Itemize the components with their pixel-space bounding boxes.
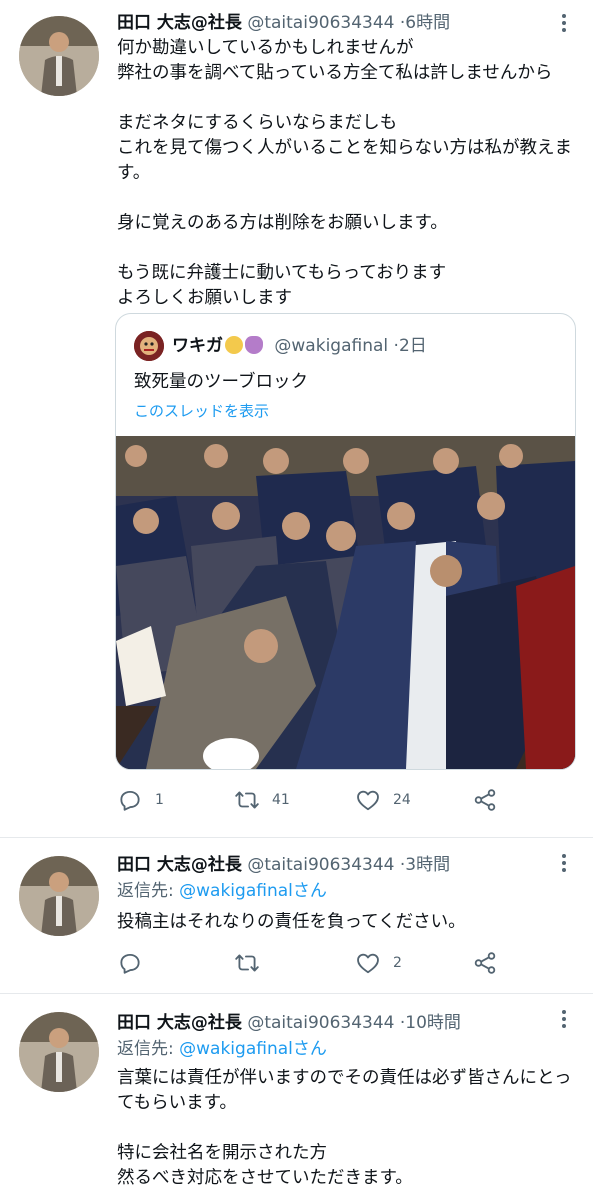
tweet-1[interactable]: 田口 大志@社長 @taitai90634344 ·6時間 何か勘違いしているか…	[0, 0, 593, 838]
avatar[interactable]	[19, 856, 99, 936]
timestamp[interactable]: 10時間	[405, 1013, 461, 1033]
user-handle[interactable]: @taitai90634344	[247, 1013, 394, 1033]
avatar[interactable]	[19, 1012, 99, 1092]
tweet-actions: 2	[117, 948, 517, 978]
quoted-tweet[interactable]: ワキガ @wakigafinal ·2日 致死量のツーブロック このスレッドを表…	[115, 313, 576, 770]
reply-button[interactable]	[117, 948, 155, 978]
reply-context: 返信先: @wakigafinalさん	[117, 880, 327, 902]
old-man-emoji-icon	[225, 336, 243, 354]
reply-prefix: 返信先:	[117, 881, 180, 901]
user-handle[interactable]: @taitai90634344	[247, 13, 394, 33]
tweet-2[interactable]: 田口 大志@社長 @taitai90634344 ·3時間 返信先: @waki…	[0, 838, 593, 994]
tweet-actions: 1 41 24	[117, 785, 517, 815]
share-button[interactable]	[472, 785, 498, 815]
display-name[interactable]: 田口 大志@社長	[117, 1013, 242, 1033]
like-count: 24	[393, 792, 411, 808]
reply-to-link[interactable]: @wakigafinalさん	[179, 881, 327, 901]
reply-button[interactable]: 1	[117, 785, 164, 815]
reply-count: 1	[155, 792, 164, 808]
tweet-header: 田口 大志@社長 @taitai90634344 ·6時間	[117, 12, 450, 34]
quote-display-name[interactable]: ワキガ	[172, 336, 223, 356]
reply-prefix: 返信先:	[117, 1039, 180, 1059]
tweet-text: 投稿主はそれなりの責任を負ってください。	[117, 910, 579, 935]
tweet-header: 田口 大志@社長 @taitai90634344 ·10時間	[117, 1012, 461, 1034]
more-icon[interactable]	[554, 12, 574, 34]
reply-icon	[120, 953, 140, 974]
quote-text: 致死量のツーブロック	[134, 372, 308, 392]
tweet-text: 何か勘違いしているかもしれませんが 弊社の事を調べて貼っている方全て私は許しませ…	[117, 36, 579, 311]
like-button[interactable]: 2	[355, 948, 402, 978]
share-icon	[474, 789, 496, 811]
show-thread-link[interactable]: このスレッドを表示	[134, 400, 269, 421]
more-icon[interactable]	[554, 1008, 574, 1030]
quote-timestamp[interactable]: 2日	[399, 336, 427, 356]
like-button[interactable]: 24	[355, 785, 411, 815]
tweet-text-content: 何か勘違いしているかもしれませんが 弊社の事を調べて貼っている方全て私は許しませ…	[117, 38, 572, 308]
quote-handle[interactable]: @wakigafinal	[274, 336, 388, 356]
reply-context: 返信先: @wakigafinalさん	[117, 1038, 327, 1060]
tweet-text-content: 投稿主はそれなりの責任を負ってください。	[117, 912, 466, 932]
like-icon	[357, 953, 379, 974]
user-handle[interactable]: @taitai90634344	[247, 855, 394, 875]
display-name[interactable]: 田口 大志@社長	[117, 855, 242, 875]
retweet-button[interactable]	[234, 948, 272, 978]
share-icon	[474, 952, 496, 974]
tweet-3[interactable]: 田口 大志@社長 @taitai90634344 ·10時間 返信先: @wak…	[0, 994, 593, 1200]
retweet-icon	[235, 791, 259, 809]
timestamp[interactable]: 6時間	[405, 13, 450, 33]
quote-avatar[interactable]	[134, 331, 164, 361]
tweet-header: 田口 大志@社長 @taitai90634344 ·3時間	[117, 854, 450, 876]
tweet-text-content: 言葉には責任が伴いますのでその責任は必ず皆さんにとってもらいます。 特に会社名を…	[117, 1068, 572, 1188]
retweet-count: 41	[272, 792, 290, 808]
share-button[interactable]	[472, 948, 498, 978]
reply-icon	[120, 790, 140, 811]
like-icon	[357, 790, 379, 811]
pregnant-woman-emoji-icon	[245, 336, 263, 354]
retweet-icon	[235, 954, 259, 972]
quote-photo[interactable]	[116, 436, 575, 769]
like-count: 2	[393, 955, 402, 971]
avatar[interactable]	[19, 16, 99, 96]
quote-header: ワキガ @wakigafinal ·2日	[172, 334, 427, 358]
more-icon[interactable]	[554, 852, 574, 874]
tweet-text: 言葉には責任が伴いますのでその責任は必ず皆さんにとってもらいます。 特に会社名を…	[117, 1066, 579, 1191]
display-name[interactable]: 田口 大志@社長	[117, 13, 242, 33]
retweet-button[interactable]: 41	[234, 785, 290, 815]
timestamp[interactable]: 3時間	[405, 855, 450, 875]
reply-to-link[interactable]: @wakigafinalさん	[179, 1039, 327, 1059]
